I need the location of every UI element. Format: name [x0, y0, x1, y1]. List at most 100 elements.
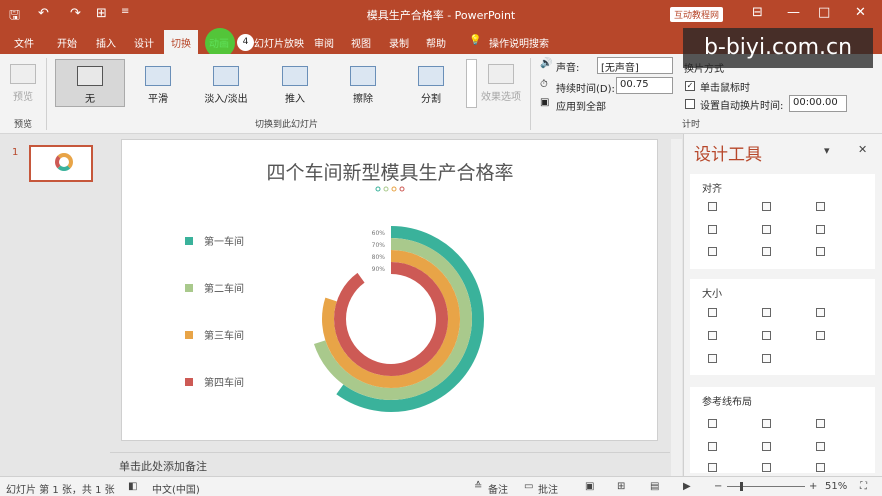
align-section: 对齐 [690, 174, 875, 269]
morph-icon [145, 66, 171, 86]
transition-wipe[interactable]: 擦除 [338, 66, 388, 105]
sound-select[interactable]: [无声音] [597, 57, 673, 74]
tab-help[interactable]: 帮助 [426, 35, 446, 50]
tab-record[interactable]: 录制 [389, 35, 409, 50]
slideshow-icon[interactable]: ▶ [683, 481, 691, 492]
after-time-field[interactable]: 00:00.00 [789, 95, 847, 112]
design-pane-title: 设计工具 [694, 145, 762, 165]
guide-right-icon[interactable] [816, 419, 825, 428]
tab-transitions[interactable]: 切换 [164, 30, 198, 54]
minimize-button[interactable]: — [787, 5, 800, 20]
notes-pane[interactable]: 单击此处添加备注 [110, 452, 670, 476]
transition-morph[interactable]: 平滑 [133, 66, 183, 105]
guide-center-icon[interactable] [762, 419, 771, 428]
tab-slideshow[interactable]: 幻灯片放映 [254, 35, 304, 50]
guide-layout-section-label: 参考线布局 [702, 397, 752, 408]
legend-swatch-3 [185, 331, 193, 339]
fit-bottom-icon[interactable] [762, 354, 771, 363]
preview-group-label: 预览 [14, 120, 33, 130]
transition-split[interactable]: 分割 [406, 66, 456, 105]
transition-fade[interactable]: 淡入/淡出 [196, 66, 256, 105]
on-click-label: 单击鼠标时 [700, 83, 750, 94]
fit-slide-icon[interactable]: ⛶ [860, 481, 867, 492]
chart[interactable]: 四个车间新型模具生产合格率 第一车间第二车间第三车间第四车间 60% 70% 80%… [122, 140, 659, 442]
zoom-slider-thumb[interactable] [740, 482, 743, 491]
slide-canvas[interactable]: 四个车间新型模具生产合格率 第一车间 第二车间 第三车间 第四车间 60% 70% 80%… [121, 139, 658, 441]
notes-button[interactable]: 备注 [488, 481, 508, 496]
effect-options-button[interactable]: 效果选项 [479, 64, 523, 103]
thumbnail-pane: 1 [0, 134, 110, 476]
slide-info: 幻灯片 第 1 张，共 1 张 [6, 485, 115, 496]
align-right-icon[interactable] [816, 202, 825, 211]
window-title: 模具生产合格率 - PowerPoint [366, 9, 516, 22]
align-center-icon[interactable] [762, 202, 771, 211]
tab-home[interactable]: 开始 [57, 35, 77, 50]
zoom-in-button[interactable]: + [809, 481, 817, 492]
push-icon [282, 66, 308, 86]
preview-icon [10, 64, 36, 84]
chevron-down-icon[interactable]: ▾ [824, 144, 830, 157]
fit-right-icon[interactable] [762, 331, 771, 340]
close-icon[interactable]: ✕ [858, 143, 867, 156]
same-size-icon[interactable] [816, 308, 825, 317]
duration-field[interactable]: 00.75 [616, 77, 673, 94]
guide-middle-icon[interactable] [762, 442, 771, 451]
same-width-icon[interactable] [708, 308, 717, 317]
transition-push[interactable]: 推入 [270, 66, 320, 105]
fade-icon [213, 66, 239, 86]
fit-left-icon[interactable] [816, 331, 825, 340]
slide-scrollbar[interactable] [671, 139, 682, 476]
tab-view[interactable]: 视图 [351, 35, 371, 50]
same-height-icon[interactable] [762, 308, 771, 317]
zoom-level[interactable]: 51% [825, 481, 847, 492]
align-top-icon[interactable] [708, 225, 717, 234]
reading-view-icon[interactable]: ▤ [650, 481, 659, 492]
guide-equal-icon[interactable] [762, 463, 771, 472]
tell-me-search[interactable]: 操作说明搜索 [489, 35, 549, 50]
guide-grid-icon[interactable] [816, 463, 825, 472]
tab-insert[interactable]: 插入 [96, 35, 116, 50]
guide-spread-icon[interactable] [708, 463, 717, 472]
close-button[interactable]: ✕ [855, 5, 866, 20]
zoom-slider[interactable] [727, 486, 805, 487]
lightbulb-icon[interactable]: 💡 [469, 35, 481, 46]
fit-width-icon[interactable] [708, 331, 717, 340]
align-left-icon[interactable] [708, 202, 717, 211]
after-checkbox[interactable] [685, 99, 695, 109]
guide-left-icon[interactable] [708, 419, 717, 428]
align-slide-icon[interactable] [816, 247, 825, 256]
guide-bottom-icon[interactable] [816, 442, 825, 451]
transition-none[interactable]: 无 [65, 66, 115, 105]
distribute-vertical-icon[interactable] [762, 247, 771, 256]
language-indicator[interactable]: 中文(中国) [152, 481, 200, 496]
size-section-label: 大小 [702, 289, 722, 300]
ring-series-4[interactable] [334, 262, 448, 376]
notes-placeholder[interactable]: 单击此处添加备注 [119, 458, 207, 474]
ring-series-3[interactable] [322, 250, 460, 388]
fit-top-icon[interactable] [708, 354, 717, 363]
distribute-horizontal-icon[interactable] [708, 247, 717, 256]
align-bottom-icon[interactable] [816, 225, 825, 234]
slide-thumbnail[interactable] [29, 145, 93, 182]
comments-button[interactable]: 批注 [538, 481, 558, 496]
on-click-checkbox[interactable]: ✓ [685, 81, 695, 91]
tab-review[interactable]: 审阅 [314, 35, 334, 50]
normal-view-icon[interactable]: ▣ [585, 481, 594, 492]
notes-icon[interactable]: ≙ [474, 481, 482, 492]
tab-file[interactable]: 文件 [14, 35, 34, 50]
zoom-out-button[interactable]: − [714, 481, 722, 492]
align-middle-icon[interactable] [762, 225, 771, 234]
tab-design[interactable]: 设计 [134, 35, 154, 50]
data-label-1: 60% [372, 230, 386, 237]
slide-sorter-icon[interactable]: ⊞ [617, 481, 625, 492]
transition-none-icon [77, 66, 103, 86]
preview-button[interactable]: 预览 [6, 64, 40, 103]
guide-top-icon[interactable] [708, 442, 717, 451]
wipe-icon [350, 66, 376, 86]
comments-icon[interactable]: ▭ [524, 481, 533, 492]
accessibility-icon[interactable]: ◧ [128, 481, 137, 492]
gallery-scrollbar[interactable] [466, 59, 477, 108]
ribbon-display-options-icon[interactable]: ⊟ [752, 5, 763, 20]
restore-button[interactable]: □ [818, 5, 830, 20]
apply-all-button[interactable]: 应用到全部 [556, 98, 606, 113]
